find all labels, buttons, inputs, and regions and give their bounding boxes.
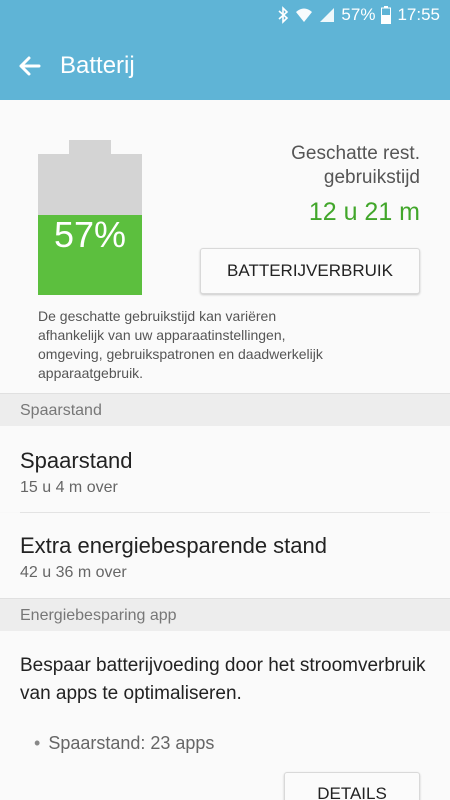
list-item-title: Spaarstand (20, 448, 133, 473)
wifi-icon (295, 7, 313, 23)
battery-percent-text: 57% (341, 5, 376, 24)
page-title: Batterij (60, 52, 135, 79)
battery-usage-button[interactable]: BATTERIJVERBRUIK (200, 248, 420, 294)
section-header-label: Spaarstand (20, 402, 102, 419)
status-icons: 57% 17:55 (277, 5, 440, 25)
battery-graphic: 57% (38, 140, 142, 295)
app-saving-bullet: • Spaarstand: 23 apps (34, 733, 214, 754)
back-button[interactable] (14, 50, 46, 82)
clock: 17:55 (397, 5, 440, 24)
list-item-subtitle: 15 u 4 m over (20, 479, 118, 496)
arrow-left-icon (19, 56, 41, 76)
bluetooth-icon (277, 6, 289, 24)
section-header-app-saving: Energiebesparing app (0, 598, 450, 631)
list-item-power-saving[interactable]: Spaarstand 15 u 4 m over (0, 426, 450, 512)
section-header-label: Energiebesparing app (20, 607, 177, 624)
battery-icon (381, 6, 392, 24)
status-bar: 57% 17:55 (0, 0, 450, 32)
estimate-time: 12 u 21 m (308, 198, 420, 226)
signal-icon (319, 7, 335, 23)
battery-card: 57% Geschatte rest. gebruikstijd 12 u 21… (0, 100, 450, 393)
list-item-subtitle: 42 u 36 m over (20, 564, 127, 581)
battery-body: 57% (38, 154, 142, 295)
list-item-extra-power-saving[interactable]: Extra energiebesparende stand 42 u 36 m … (0, 513, 450, 598)
app-bar: Batterij (0, 32, 450, 100)
app-saving-bullet-text: Spaarstand: 23 apps (48, 733, 215, 753)
battery-cap (69, 140, 111, 154)
estimate-label: Geschatte rest. gebruikstijd (291, 143, 420, 188)
estimate-note: De geschatte gebruikstijd kan variëren a… (38, 308, 323, 381)
list-item-title: Extra energiebesparende stand (20, 533, 327, 558)
app-saving-description: Bespaar batterijvoeding door het stroomv… (20, 655, 426, 704)
battery-level-label: 57% (53, 214, 127, 255)
bullet-dot-icon: • (34, 733, 41, 753)
details-button[interactable]: DETAILS (284, 772, 420, 800)
section-header-power-saving: Spaarstand (0, 393, 450, 426)
